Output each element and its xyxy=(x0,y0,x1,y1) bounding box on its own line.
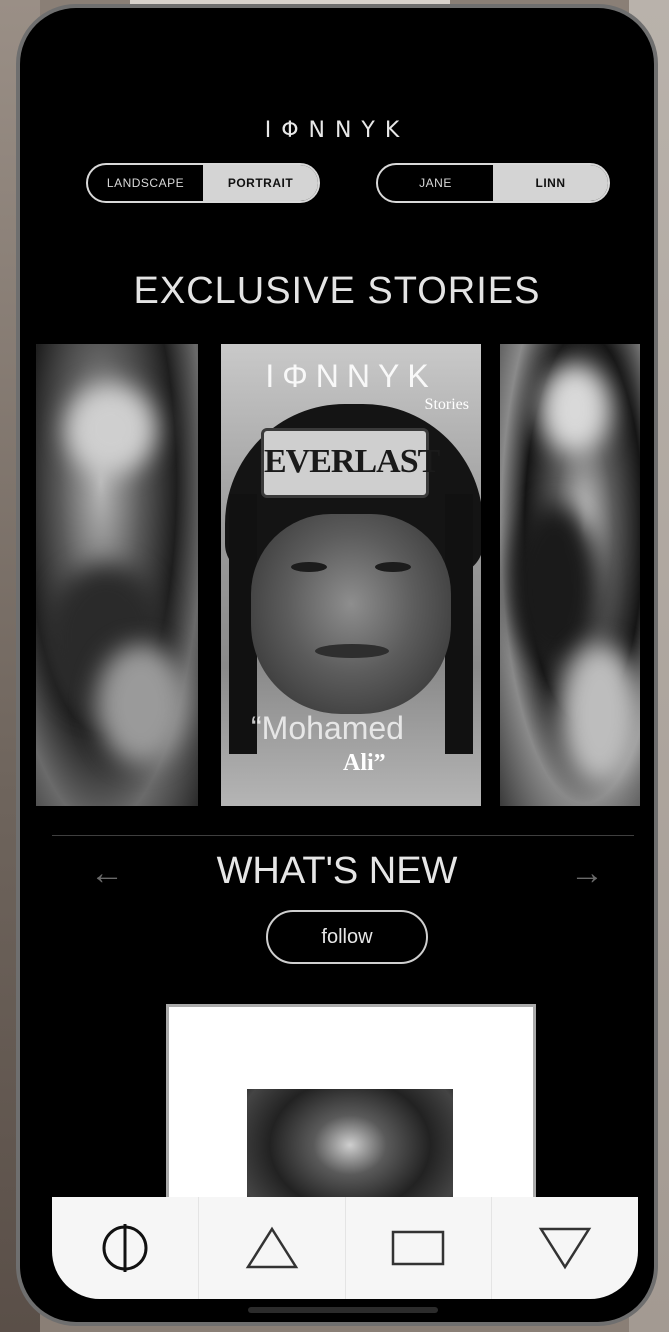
triangle-up-icon xyxy=(245,1226,298,1269)
phone-screen: IΦNNYK LANDSCAPE PORTRAIT JANE LINN EXCL… xyxy=(20,8,654,1322)
app-logo: IΦNNYK xyxy=(264,118,410,143)
eye-right xyxy=(375,562,411,572)
story-quote-line1: “Mohamed xyxy=(251,710,404,746)
rectangle-icon xyxy=(392,1230,445,1266)
story-thumbnail-left[interactable] xyxy=(36,344,198,806)
blur-blob xyxy=(66,384,156,474)
featured-story-image[interactable]: IΦNNYK Stories EVERLAST “Mohamed Ali” xyxy=(221,344,481,806)
eye-left xyxy=(291,562,327,572)
tab-down[interactable] xyxy=(492,1197,638,1299)
story-label: Stories xyxy=(424,396,469,413)
story-quote-line2: Ali” xyxy=(343,750,386,776)
landscape-option[interactable]: LANDSCAPE xyxy=(88,165,203,201)
home-indicator xyxy=(248,1307,438,1313)
story-brand: IΦNNYK xyxy=(265,358,437,394)
bottom-tab-bar xyxy=(52,1197,638,1299)
blur-blob xyxy=(540,364,610,454)
blur-blob xyxy=(560,644,640,784)
jane-option[interactable]: JANE xyxy=(378,165,493,201)
story-thumbnail-right[interactable] xyxy=(500,344,640,806)
whats-new-heading: WHAT'S NEW xyxy=(216,850,458,892)
arrow-right-icon[interactable]: → xyxy=(570,854,604,893)
portrait-face xyxy=(251,514,451,714)
whats-new-card[interactable] xyxy=(166,1004,536,1229)
mouth xyxy=(315,644,389,658)
blur-blob xyxy=(510,504,600,664)
triangle-down-icon xyxy=(538,1227,592,1270)
tab-up[interactable] xyxy=(199,1197,346,1299)
exclusive-stories-heading: EXCLUSIVE STORIES xyxy=(133,270,541,312)
tab-home[interactable] xyxy=(52,1197,199,1299)
section-divider xyxy=(52,835,634,836)
helmet-brand-text: EVERLAST xyxy=(264,443,440,480)
orientation-toggle[interactable]: LANDSCAPE PORTRAIT xyxy=(86,163,320,203)
tab-frame[interactable] xyxy=(346,1197,493,1299)
follow-button[interactable]: follow xyxy=(266,910,428,964)
portrait-option[interactable]: PORTRAIT xyxy=(203,165,318,201)
phi-icon xyxy=(102,1224,148,1272)
phone-frame: IΦNNYK LANDSCAPE PORTRAIT JANE LINN EXCL… xyxy=(16,4,658,1326)
person-toggle[interactable]: JANE LINN xyxy=(376,163,610,203)
helmet-band: EVERLAST xyxy=(261,428,440,498)
linn-option[interactable]: LINN xyxy=(493,165,608,201)
blur-blob xyxy=(96,644,186,764)
